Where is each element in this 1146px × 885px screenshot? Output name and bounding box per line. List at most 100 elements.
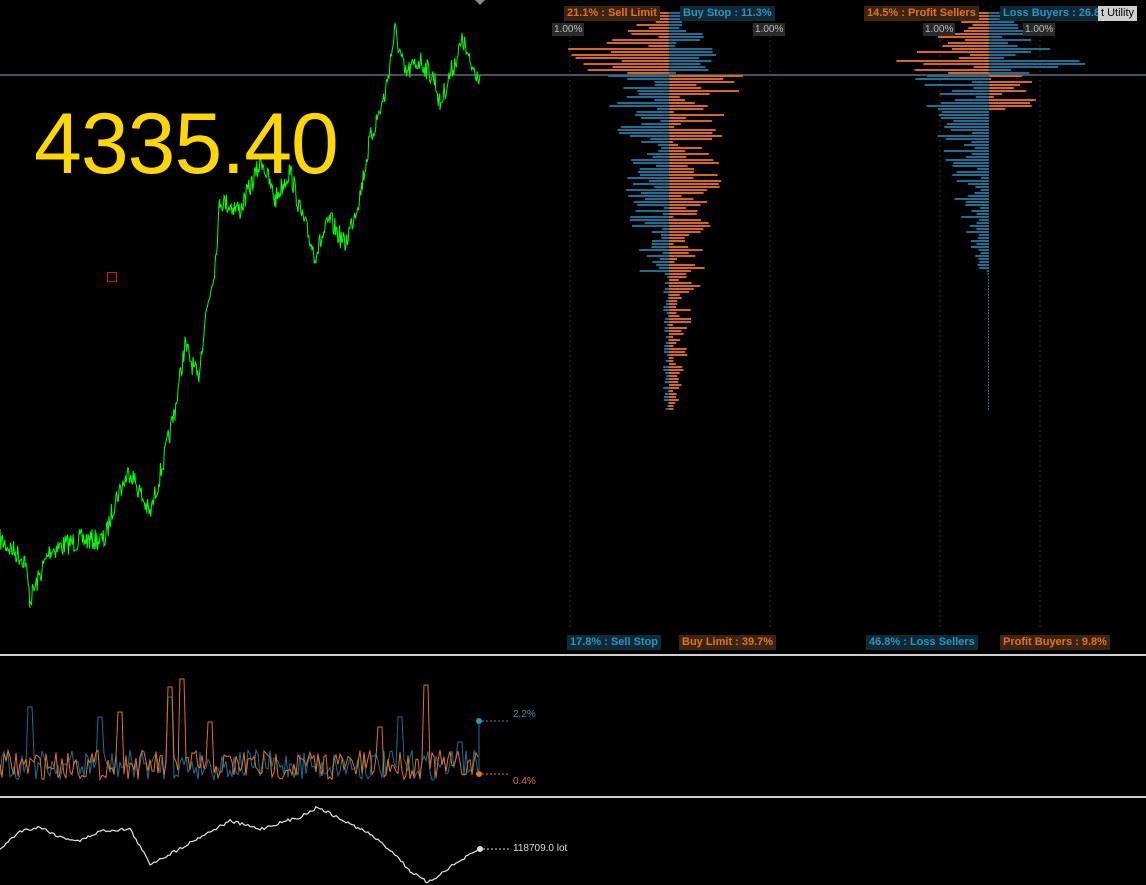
position-bar <box>942 45 989 47</box>
order-bar <box>669 123 681 125</box>
order-bar <box>660 120 669 122</box>
triangle-down-icon[interactable] <box>475 0 485 5</box>
position-bar <box>916 51 989 53</box>
order-bar <box>633 201 669 203</box>
order-bar <box>669 114 725 116</box>
order-bar <box>627 177 669 179</box>
order-bar <box>669 171 694 173</box>
order-bar <box>665 408 669 410</box>
order-bar <box>637 204 669 206</box>
pane-separator[interactable] <box>0 796 1146 798</box>
order-bar <box>667 405 669 407</box>
order-bar <box>568 48 669 50</box>
position-bar <box>988 366 989 368</box>
position-bar <box>968 195 989 197</box>
order-bar <box>669 222 709 224</box>
order-bar <box>621 60 669 62</box>
order-bar <box>669 33 703 35</box>
square-outline-icon[interactable] <box>107 272 117 282</box>
volume-dot <box>477 846 483 852</box>
position-bar <box>988 282 989 284</box>
order-bar <box>665 303 669 305</box>
order-bar <box>571 54 669 56</box>
position-bar <box>938 114 989 116</box>
utility-button[interactable]: t Utility <box>1098 6 1137 21</box>
order-bar <box>664 345 669 347</box>
order-bar <box>654 186 669 188</box>
order-bar <box>669 396 677 398</box>
order-bar <box>628 195 669 197</box>
order-bar <box>669 258 678 260</box>
order-bar <box>663 369 669 371</box>
order-bar <box>669 234 690 236</box>
order-bar <box>666 312 669 314</box>
order-bar <box>669 135 723 137</box>
order-bar <box>669 168 694 170</box>
order-bar <box>663 396 669 398</box>
position-bar <box>976 213 989 215</box>
order-bar <box>654 81 669 83</box>
order-bar <box>668 294 669 296</box>
order-bar <box>669 255 696 257</box>
order-bar <box>629 135 669 137</box>
position-bar <box>988 288 989 290</box>
order-bar <box>665 282 669 284</box>
position-bar <box>946 123 989 125</box>
order-bar <box>669 273 687 275</box>
order-bar <box>669 318 692 320</box>
order-bar <box>631 33 669 35</box>
position-bar <box>978 258 989 260</box>
order-bar <box>639 249 669 251</box>
order-bar <box>630 216 669 218</box>
position-bar <box>989 27 1019 29</box>
order-bar <box>663 366 669 368</box>
order-bar <box>666 375 669 377</box>
order-bar <box>669 120 712 122</box>
order-bar <box>669 144 679 146</box>
position-bar <box>914 69 989 71</box>
order-bar <box>664 393 669 395</box>
oscillator-orange-dot <box>476 771 482 777</box>
order-bar <box>669 237 685 239</box>
position-bar <box>971 153 989 155</box>
order-bar <box>669 381 679 383</box>
order-bar <box>631 225 669 227</box>
order-bar <box>669 27 680 29</box>
order-bar <box>663 306 669 308</box>
volume-pane[interactable]: 118709.0 lot <box>0 799 1146 885</box>
position-bar <box>988 336 989 338</box>
order-bar <box>669 369 684 371</box>
position-bar <box>968 183 989 185</box>
position-bar <box>988 327 989 329</box>
position-bar <box>988 354 989 356</box>
order-bar <box>669 195 682 197</box>
order-bar <box>617 102 669 104</box>
oscillator-pane[interactable]: 2.2% 0.4% <box>0 657 1146 795</box>
order-bar <box>609 105 669 107</box>
position-bar <box>961 216 989 218</box>
position-bar <box>974 192 989 194</box>
position-bar <box>988 384 989 386</box>
order-bar <box>663 348 669 350</box>
position-bar <box>988 351 989 353</box>
position-bar <box>971 81 989 83</box>
order-bar <box>636 24 669 26</box>
order-bar <box>612 66 669 68</box>
position-bar <box>988 405 989 407</box>
order-bar <box>669 189 708 191</box>
position-bar <box>954 198 989 200</box>
order-bar <box>669 198 694 200</box>
order-bar <box>669 279 679 281</box>
position-bar <box>988 315 989 317</box>
position-bar <box>989 63 1086 65</box>
position-bar <box>988 276 989 278</box>
price-chart-pane[interactable]: 4335.40 21.1% : Sell Limit Buy Stop : 11… <box>0 0 1146 653</box>
pane-separator[interactable] <box>0 654 1146 656</box>
position-bar <box>980 177 989 179</box>
position-bar <box>989 21 1015 23</box>
position-bar <box>989 90 1027 92</box>
order-bar <box>669 225 711 227</box>
position-bar <box>988 279 989 281</box>
order-bar <box>667 276 669 278</box>
order-scale-left: 1.00% <box>552 23 585 36</box>
